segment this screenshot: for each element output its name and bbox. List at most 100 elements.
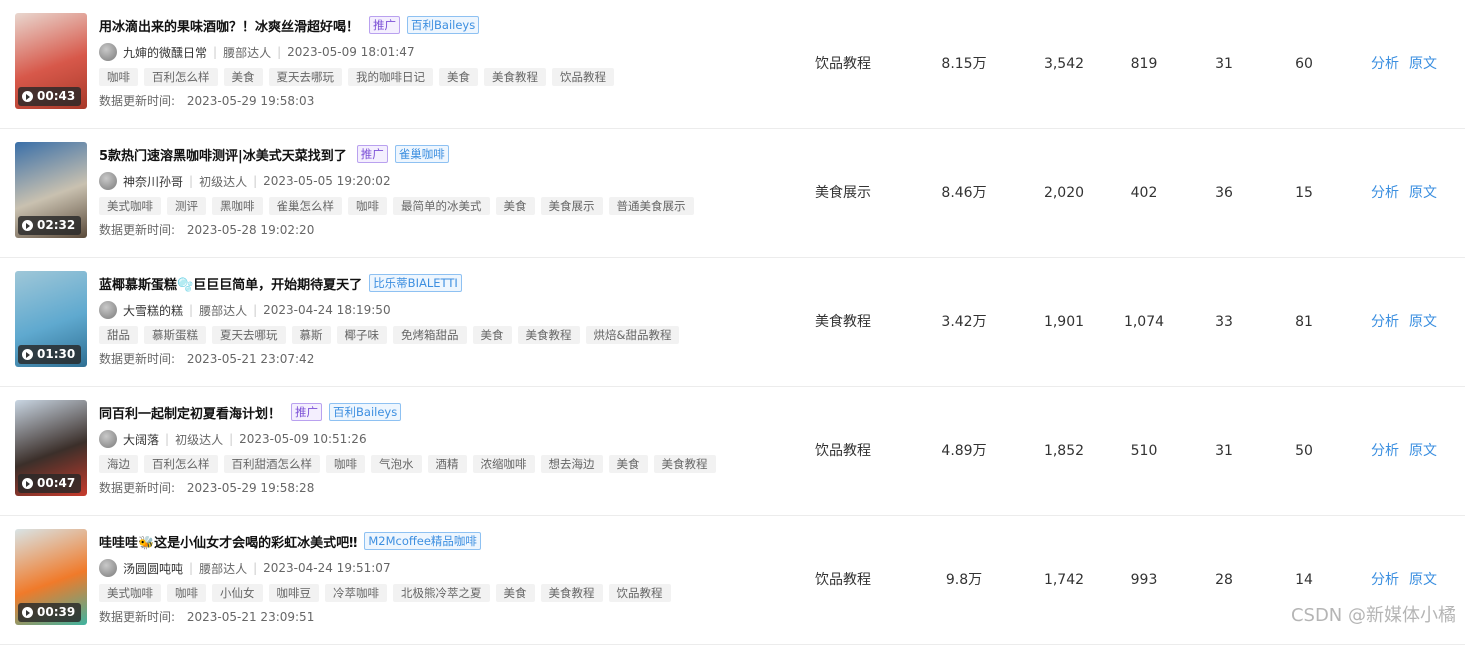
brand-badge[interactable]: 百利Baileys: [329, 403, 402, 421]
topic-tag[interactable]: 咖啡: [326, 455, 365, 473]
avatar[interactable]: [99, 559, 117, 577]
video-title[interactable]: 用冰滴出来的果味酒咖？！冰爽丝滑超好喝！: [99, 16, 359, 35]
divider: |: [189, 303, 194, 317]
topic-tag[interactable]: 美食: [495, 584, 535, 602]
avatar[interactable]: [99, 430, 117, 448]
topic-tag[interactable]: 美食: [608, 455, 648, 473]
topic-tag[interactable]: 美食展示: [540, 197, 603, 215]
video-thumbnail[interactable]: 00:47: [15, 400, 87, 496]
video-thumbnail[interactable]: 02:32: [15, 142, 87, 238]
topic-tag[interactable]: 想去海边: [540, 455, 603, 473]
video-title[interactable]: 哇哇哇🐝这是小仙女才会喝的彩虹冰美式吧‼: [99, 532, 357, 551]
brand-badge[interactable]: 雀巢咖啡: [394, 145, 449, 163]
divider: |: [165, 432, 170, 446]
duration-badge: 00:47: [18, 474, 82, 493]
topic-tag[interactable]: 我的咖啡日记: [348, 68, 433, 86]
original-link[interactable]: 原文: [1409, 185, 1437, 201]
topic-tag[interactable]: 美食: [495, 197, 535, 215]
avatar[interactable]: [99, 43, 117, 61]
topic-tag[interactable]: 美食教程: [484, 68, 546, 86]
topic-tag[interactable]: 美食教程: [517, 326, 580, 344]
original-link[interactable]: 原文: [1409, 443, 1437, 459]
topic-tag[interactable]: 免烤箱甜品: [393, 326, 467, 344]
analyze-link[interactable]: 分析: [1371, 56, 1399, 72]
play-icon: [22, 607, 33, 618]
topic-tag[interactable]: 冷萃咖啡: [325, 584, 387, 602]
publish-time: 2023-05-09 18:01:47: [287, 45, 415, 59]
original-link[interactable]: 原文: [1409, 56, 1437, 72]
topic-tag[interactable]: 美式咖啡: [99, 197, 161, 215]
topic-tag[interactable]: 饮品教程: [608, 584, 671, 602]
topic-tag[interactable]: 夏天去哪玩: [268, 68, 342, 86]
divider: |: [229, 432, 234, 446]
topic-tag[interactable]: 烘焙&甜品教程: [585, 326, 680, 344]
author-line: 九婶的微醺日常 | 腰部达人 | 2023-05-09 18:01:47: [99, 43, 415, 61]
video-title[interactable]: 蓝椰慕斯蛋糕🫧巨巨巨简单，开始期待夏天了: [99, 274, 362, 293]
update-label: 数据更新时间:: [99, 94, 176, 108]
topic-tag[interactable]: 咖啡豆: [268, 584, 319, 602]
original-link[interactable]: 原文: [1409, 314, 1437, 330]
analyze-link[interactable]: 分析: [1371, 443, 1399, 459]
brand-badge[interactable]: 比乐蒂BIALETTI: [369, 274, 462, 292]
author-name[interactable]: 汤圆圆吨吨: [123, 560, 183, 577]
brand-badge[interactable]: M2Mcoffee精品咖啡: [364, 532, 481, 550]
analyze-link[interactable]: 分析: [1371, 572, 1399, 588]
topic-tag[interactable]: 最简单的冰美式: [393, 197, 490, 215]
topic-tag[interactable]: 甜品: [99, 326, 138, 344]
avatar[interactable]: [99, 172, 117, 190]
video-thumbnail[interactable]: 00:43: [15, 13, 87, 109]
title-line: 用冰滴出来的果味酒咖？！冰爽丝滑超好喝！ 推广 百利Baileys: [99, 15, 480, 35]
author-name[interactable]: 九婶的微醺日常: [123, 44, 207, 61]
topic-tag[interactable]: 海边: [99, 455, 138, 473]
topic-tag[interactable]: 慕斯蛋糕: [144, 326, 206, 344]
analyze-link[interactable]: 分析: [1371, 314, 1399, 330]
video-title[interactable]: 同百利一起制定初夏看海计划！: [99, 403, 281, 422]
brand-badge[interactable]: 百利Baileys: [407, 16, 480, 34]
video-title[interactable]: 5款热门速溶黑咖啡测评|冰美式天菜找到了: [99, 145, 347, 164]
topic-tag[interactable]: 酒精: [427, 455, 467, 473]
author-name[interactable]: 神奈川孙哥: [123, 173, 183, 190]
topic-tag[interactable]: 饮品教程: [552, 68, 614, 86]
video-thumbnail[interactable]: 00:39: [15, 529, 87, 625]
author-name[interactable]: 大阔落: [123, 431, 159, 448]
analyze-link[interactable]: 分析: [1371, 185, 1399, 201]
topic-tag[interactable]: 浓缩咖啡: [472, 455, 535, 473]
topic-tag[interactable]: 美食: [439, 68, 478, 86]
topic-tag[interactable]: 椰子味: [336, 326, 387, 344]
original-link[interactable]: 原文: [1409, 572, 1437, 588]
topic-tag[interactable]: 美食教程: [653, 455, 716, 473]
avatar[interactable]: [99, 301, 117, 319]
publish-time: 2023-04-24 19:51:07: [263, 561, 391, 575]
topic-tag[interactable]: 美食教程: [540, 584, 603, 602]
duration-text: 02:32: [37, 218, 76, 232]
author-level: 腰部达人: [223, 45, 272, 60]
topic-tag[interactable]: 气泡水: [371, 455, 422, 473]
update-time: 2023-05-21 23:07:42: [186, 352, 315, 366]
topic-tag[interactable]: 美食: [472, 326, 512, 344]
author-level: 腰部达人: [199, 561, 248, 576]
topic-tag[interactable]: 咖啡: [99, 68, 138, 86]
topic-tag[interactable]: 黑咖啡: [212, 197, 263, 215]
stat-cell: 1,901: [1043, 314, 1085, 330]
topic-tag[interactable]: 百利甜酒怎么样: [223, 455, 320, 473]
topic-tag[interactable]: 美食: [223, 68, 263, 86]
topic-tag[interactable]: 美式咖啡: [99, 584, 161, 602]
topic-tag[interactable]: 百利怎么样: [144, 68, 218, 86]
topic-tag[interactable]: 夏天去哪玩: [212, 326, 286, 344]
topic-tag[interactable]: 咖啡: [348, 197, 387, 215]
topic-tag[interactable]: 北极熊冷萃之夏: [393, 584, 490, 602]
topic-tag[interactable]: 测评: [167, 197, 206, 215]
topic-tag[interactable]: 普通美食展示: [608, 197, 694, 215]
author-name[interactable]: 大雪糕的糕: [123, 302, 183, 319]
topic-tag[interactable]: 咖啡: [167, 584, 206, 602]
duration-badge: 00:43: [18, 87, 82, 106]
topic-tag[interactable]: 慕斯: [291, 326, 331, 344]
author-level: 初级达人: [199, 174, 248, 189]
category-cell: 饮品教程: [815, 56, 871, 72]
video-thumbnail[interactable]: 01:30: [15, 271, 87, 367]
play-icon: [22, 349, 33, 360]
topic-tag[interactable]: 雀巢怎么样: [268, 197, 342, 215]
tag-list: 咖啡 百利怎么样 美食 夏天去哪玩 我的咖啡日记 美食 美食教程 饮品教程: [99, 68, 620, 86]
topic-tag[interactable]: 百利怎么样: [144, 455, 218, 473]
topic-tag[interactable]: 小仙女: [212, 584, 263, 602]
